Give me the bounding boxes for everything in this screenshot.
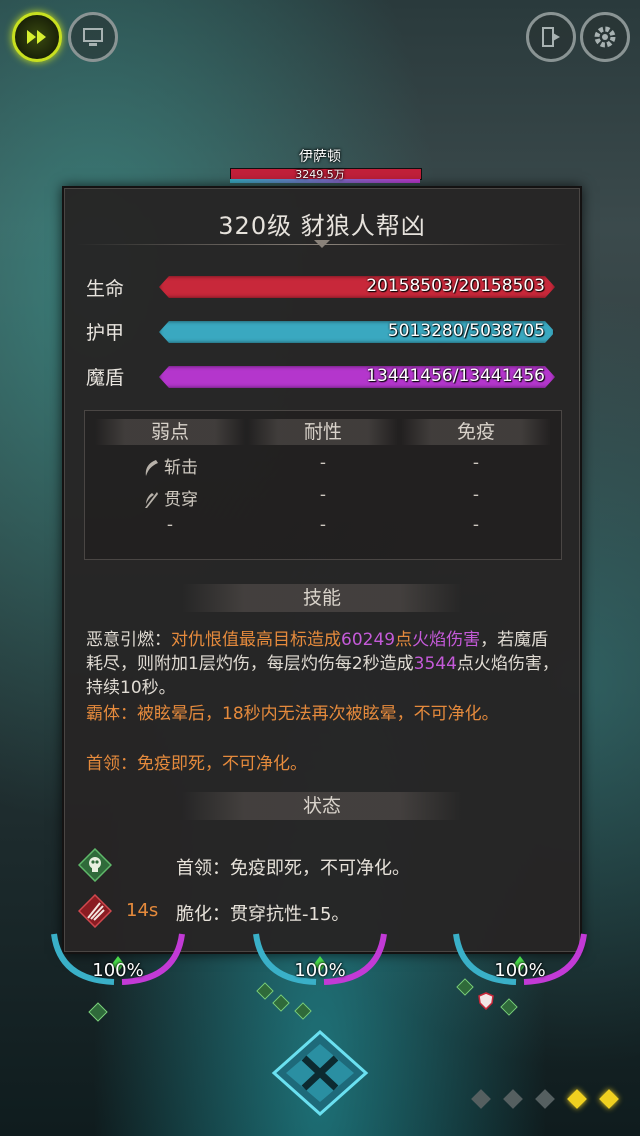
boss-name: 伊萨顿: [299, 149, 341, 165]
skill-name: 恶意引燃：: [86, 630, 171, 650]
exit-door-icon: [542, 27, 560, 47]
skill-malice-ignite: 恶意引燃：对仇恨值最高目标造成60249点火焰伤害，若魔盾耗尽，则附加1层灼伤，…: [86, 628, 562, 700]
monitor-icon: [83, 28, 103, 46]
page-dot-active: [599, 1089, 619, 1109]
shield-label: 魔盾: [86, 367, 125, 389]
immune-cell: -: [472, 485, 480, 505]
weakness-header: 弱点: [95, 419, 245, 445]
status-row-brittle: 14s 脆化：贯穿抗性-15。: [78, 894, 568, 934]
exit-button[interactable]: [526, 12, 576, 62]
resist-cell: -: [319, 453, 327, 473]
buff-icon: [272, 994, 290, 1012]
skill-boss: 首领：免疫即死，不可净化。: [86, 754, 307, 774]
gear-icon: [594, 26, 616, 48]
weakness-slash-label: 斩击: [164, 458, 198, 478]
armor-value: 5013280/5038705: [387, 321, 545, 341]
pierce-icon: [145, 492, 158, 508]
claw-icon: [78, 894, 112, 928]
resistance-table: 弱点 耐性 免疫 斩击 - - 贯穿 - - - - -: [84, 410, 562, 560]
buff-icon: [88, 1002, 108, 1022]
weakness-cell: 斩击: [95, 453, 245, 478]
unit-slot-1[interactable]: 100%: [48, 930, 188, 990]
cross-swords-icon: [271, 1029, 369, 1117]
immune-cell: -: [472, 515, 480, 535]
status-text: 首领：免疫即死，不可净化。: [176, 858, 410, 879]
enemy-title: 320级 豺狼人帮凶: [218, 212, 426, 240]
unit-slot-2[interactable]: 100%: [250, 930, 390, 990]
immune-cell: -: [472, 453, 480, 473]
settings-button[interactable]: [580, 12, 630, 62]
resist-cell: -: [319, 485, 327, 505]
page-dot: [535, 1089, 555, 1109]
shield-value: 13441456/13441456: [366, 366, 545, 386]
buff-icon: [500, 998, 518, 1016]
boss-hp-value: 3249.5万: [295, 168, 345, 181]
unit-percent: 100%: [294, 960, 346, 981]
weakness-cell: -: [166, 515, 174, 535]
armor-label: 护甲: [86, 322, 125, 344]
skill-damage-type: 火焰伤害: [412, 630, 481, 650]
skills-header: 技能: [182, 584, 462, 612]
resist-cell: -: [319, 515, 327, 535]
immunity-header: 免疫: [401, 419, 551, 445]
skill-text: 点: [395, 630, 413, 650]
shield-icon: [478, 992, 494, 1010]
page-dot: [503, 1089, 523, 1109]
skull-icon: [78, 848, 112, 882]
slash-icon: [145, 460, 158, 476]
resistance-header: 耐性: [248, 419, 398, 445]
skill-burn-value: 3544: [413, 654, 457, 674]
screen-toggle-button[interactable]: [68, 12, 118, 62]
buff-icon: [456, 978, 474, 996]
status-time: 14s: [126, 900, 159, 921]
fast-forward-button[interactable]: [12, 12, 62, 62]
status-row-boss: 首领：免疫即死，不可净化。: [78, 848, 568, 888]
enemy-info-panel: 320级 豺狼人帮凶 生命 20158503/20158503 护甲 50132…: [62, 186, 582, 954]
skill-super-armor: 霸体：被眩晕后，18秒内无法再次被眩晕，不可净化。: [86, 704, 499, 724]
fast-forward-icon: [27, 30, 46, 44]
cancel-target-button[interactable]: [270, 1029, 370, 1117]
hp-value: 20158503/20158503: [366, 276, 545, 296]
page-dot: [471, 1089, 491, 1109]
hp-label: 生命: [86, 278, 125, 300]
weakness-cell: 贯穿: [95, 485, 245, 510]
page-dot-active: [567, 1089, 587, 1109]
skill-text: 对仇恨值最高目标造成: [171, 630, 341, 650]
title-arrow-icon: [314, 240, 330, 248]
buff-icon: [294, 1002, 312, 1020]
status-header: 状态: [182, 792, 462, 820]
weakness-pierce-label: 贯穿: [164, 490, 198, 510]
skill-damage-value: 60249: [341, 630, 396, 650]
status-text: 脆化：贯穿抗性-15。: [176, 904, 350, 925]
unit-percent: 100%: [92, 960, 144, 981]
